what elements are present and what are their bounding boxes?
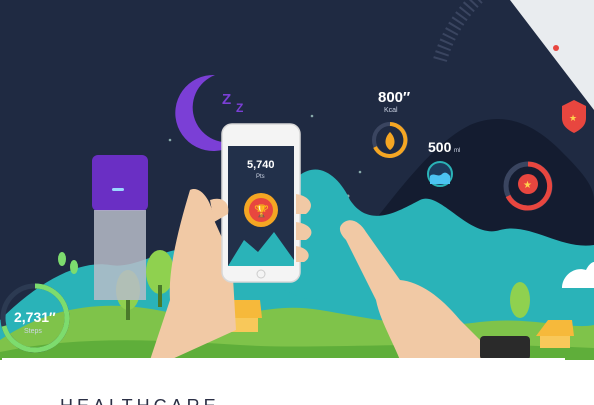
star-icon: ★ [569, 114, 577, 124]
steps-unit: Steps [24, 328, 42, 335]
sleep-z-icon: Z [236, 101, 243, 115]
smartwatch [480, 336, 530, 360]
dial-marker [553, 45, 559, 51]
house [540, 336, 570, 348]
phone-points: 5,740 [247, 159, 275, 171]
device-light [112, 188, 124, 191]
kcal-unit: Kcal [384, 107, 398, 114]
water-value: 500 [428, 139, 452, 155]
star-icon: ★ [523, 180, 532, 191]
star [168, 138, 172, 142]
tree [510, 282, 530, 318]
footprint-icon [58, 252, 66, 266]
sleep-z-icon: Z [222, 91, 231, 108]
tree-trunk [158, 285, 162, 307]
trophy-icon: 🏆 [254, 204, 269, 218]
healthcare-card[interactable]: Z Z 2,731″ Steps 800″ Kcal 500 ml ★ ★ 5,… [0, 0, 594, 405]
phone-points-unit: Pts [256, 174, 265, 180]
smart-device-body [94, 210, 146, 300]
smart-device-top [92, 155, 148, 211]
tree-trunk [126, 300, 130, 320]
star [310, 114, 314, 118]
steps-value: 2,731″ [14, 309, 56, 325]
healthcare-illustration: Z Z 2,731″ Steps 800″ Kcal 500 ml ★ ★ 5,… [0, 0, 594, 360]
footprint-icon [70, 260, 78, 274]
water-unit: ml [454, 148, 460, 154]
card-footer: HEALTHCARE [2, 358, 565, 405]
category-label: HEALTHCARE [60, 396, 220, 405]
kcal-value: 800″ [378, 89, 410, 106]
star [358, 170, 362, 174]
